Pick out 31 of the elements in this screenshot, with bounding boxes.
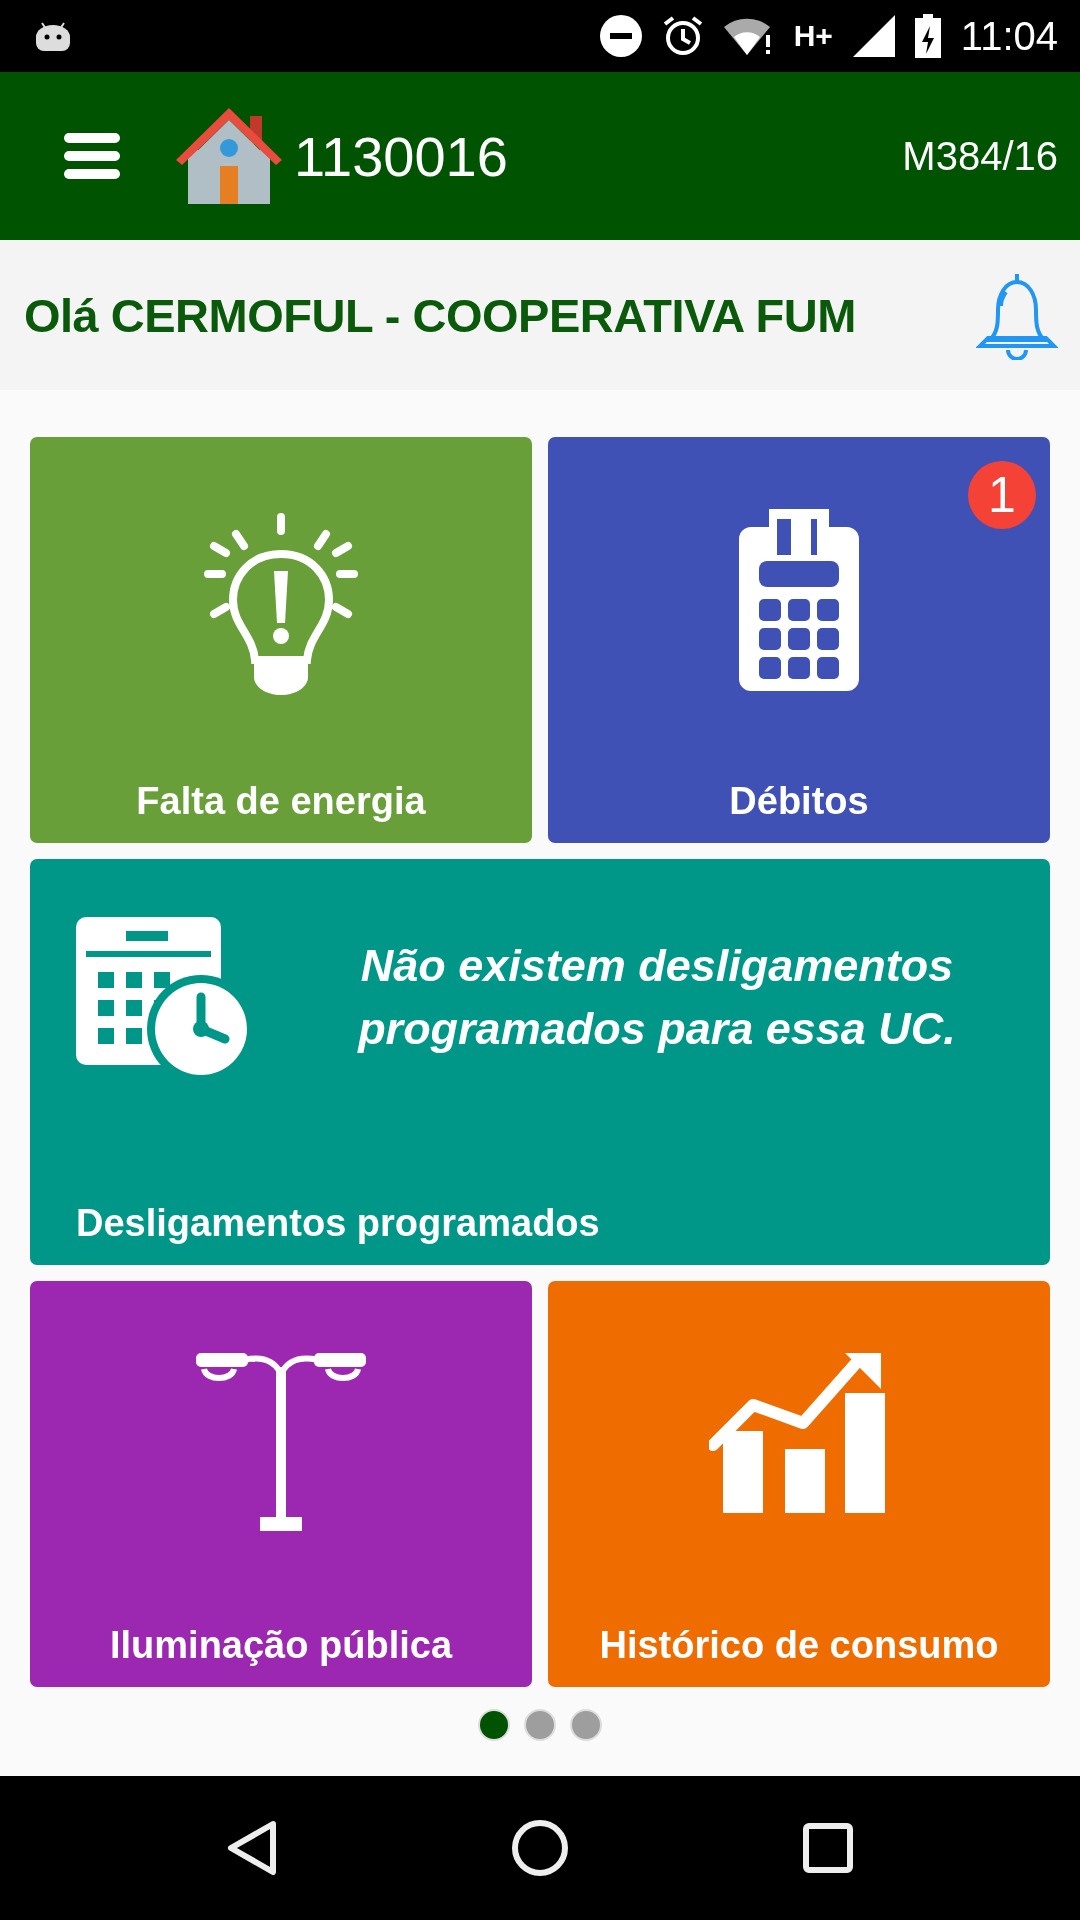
signal-icon	[852, 15, 895, 57]
greeting-text: Olá CERMOFUL - COOPERATIVA FUM	[24, 287, 857, 343]
calculator-icon	[739, 509, 859, 691]
tile-label: Desligamentos programados	[75, 1202, 600, 1245]
schedule-message: Não existem desligamentos programados para essa UC.	[356, 939, 957, 1056]
notification-badge: 1	[968, 461, 1036, 529]
home-button[interactable]	[511, 1819, 569, 1877]
account-code: M384/16	[902, 133, 1058, 179]
menu-tile[interactable]: Falta de energia	[30, 437, 532, 843]
menu-tile[interactable]: Iluminação pública	[30, 1281, 532, 1687]
android-icon	[36, 21, 70, 51]
clock-time: 11:04	[960, 13, 1058, 59]
battery-icon	[914, 14, 941, 58]
network-type: H+	[793, 19, 833, 53]
page-indicator-dot[interactable]	[478, 1709, 510, 1741]
tile-label: Débitos	[729, 780, 869, 823]
house-icon	[176, 108, 282, 204]
alarm-icon	[661, 15, 704, 57]
page-indicator-dot[interactable]	[570, 1709, 602, 1741]
account-number: 1130016	[294, 123, 508, 189]
page-indicator-dot[interactable]	[524, 1709, 556, 1741]
tile-label: Histórico de consumo	[599, 1624, 999, 1667]
do-not-disturb-icon	[599, 15, 642, 57]
tile-label: Iluminação pública	[109, 1624, 453, 1667]
back-button[interactable]	[227, 1820, 277, 1876]
menu-tile[interactable]: Débitos 1	[548, 437, 1050, 843]
menu-tile[interactable]: Histórico de consumo	[548, 1281, 1050, 1687]
street-lamp-icon	[196, 1353, 366, 1533]
recent-apps-button[interactable]	[803, 1823, 853, 1873]
menu-tile[interactable]: Não existem desligamentos programados para essa UC. Desligamentos programados	[30, 859, 1050, 1265]
tile-label: Falta de energia	[136, 780, 426, 823]
